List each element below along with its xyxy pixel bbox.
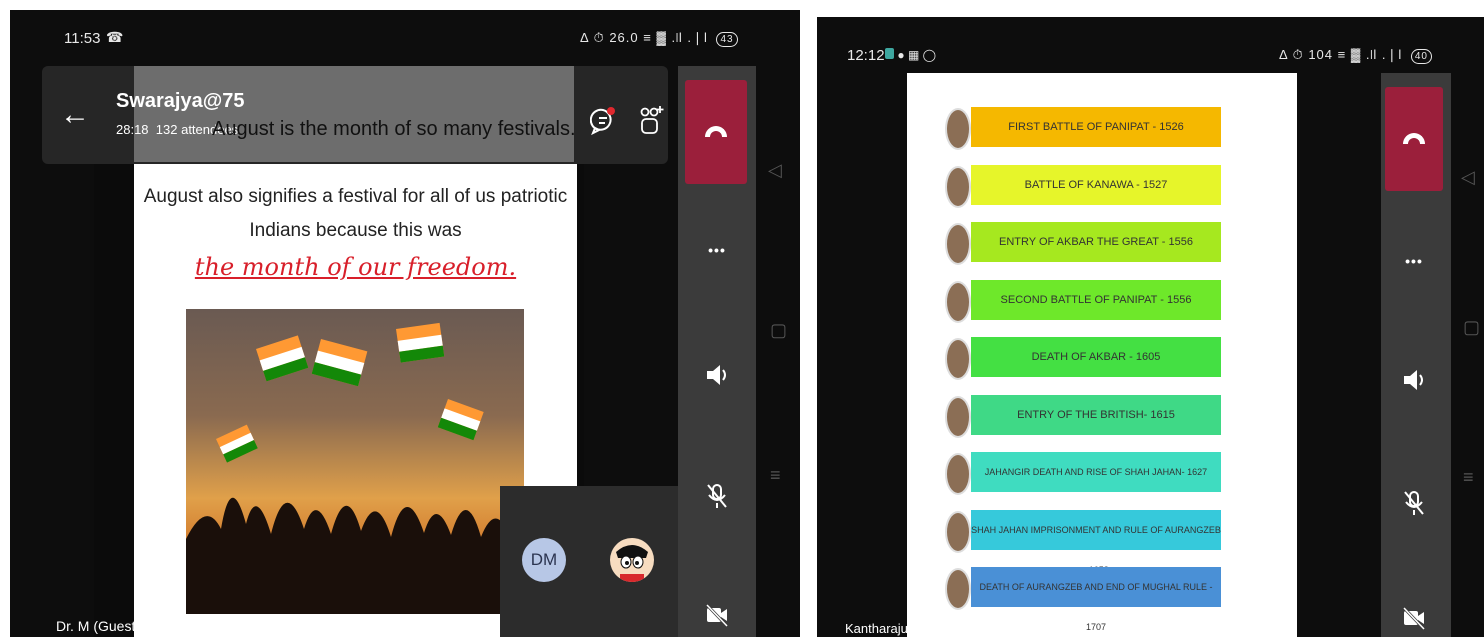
meeting-duration: 28:18 <box>116 122 149 137</box>
timeline-portrait <box>945 511 971 553</box>
timeline-item: SHAH JAHAN IMPRISONMENT AND RULE OF AURA… <box>971 510 1221 575</box>
speaker-icon <box>1404 370 1423 390</box>
status-time: 12:12 <box>847 47 885 64</box>
chat-icon[interactable] <box>589 106 616 142</box>
flags-illustration <box>186 322 524 614</box>
meeting-title: Swarajya@75 <box>116 90 245 112</box>
right-call-screen: 12:12 ● ▦ ◯ Δ ⏱ 104 ≡ ▓ .❘l .❘l 40 FIRST… <box>817 17 1484 637</box>
timeline-item: ENTRY OF AKBAR THE GREAT - 1556 <box>971 222 1221 262</box>
timeline-portrait <box>945 108 971 150</box>
home-nav-icon[interactable]: ▢ <box>1463 317 1480 338</box>
end-call-button[interactable] <box>685 80 747 184</box>
mic-off-icon <box>1404 491 1424 515</box>
camera-off-icon <box>705 603 729 628</box>
timeline-portrait <box>945 223 971 265</box>
slide-line-1: August also signifies a festival for all… <box>143 186 568 207</box>
slide-line-2: Indians because this was <box>249 220 462 241</box>
slide-highlight: the month of our freedom. <box>194 253 517 281</box>
participant-avatar-cartoon[interactable] <box>610 538 654 582</box>
battery-icon: 43 <box>716 32 738 47</box>
notification-icons: ● ▦ ◯ <box>885 48 936 62</box>
teams-icon: ▦ <box>907 48 920 62</box>
speaker-name-label: Kantharaju S <box>845 621 921 636</box>
home-nav-icon[interactable]: ▢ <box>770 320 787 341</box>
timeline-portrait <box>945 453 971 495</box>
app-notification-icon <box>885 48 894 59</box>
left-call-screen: 11:53 ☎ Δ ⏱ 26.0 ≡ ▓ .❘l .❘l 43 August a… <box>10 10 800 637</box>
end-call-button[interactable] <box>1385 87 1443 191</box>
participant-thumbnails: DM <box>500 486 678 637</box>
status-indicators: Δ ⏱ 26.0 ≡ ▓ .❘l .❘l <box>580 30 708 45</box>
recent-nav-icon[interactable]: ≡ <box>770 465 781 486</box>
shared-slide: FIRST BATTLE OF PANIPAT - 1526 BATTLE OF … <box>907 73 1297 637</box>
timeline-item: DEATH OF AURANGZEB AND END OF MUGHAL RUL… <box>971 567 1221 632</box>
speaker-button[interactable] <box>687 362 747 393</box>
cartoon-avatar-icon <box>616 545 648 582</box>
add-people-icon-svg <box>640 106 664 134</box>
add-people-icon[interactable] <box>636 104 666 142</box>
back-arrow-icon[interactable]: ← <box>60 98 90 132</box>
status-icons: Δ ⏱ 26.0 ≡ ▓ .❘l .❘l 43 <box>580 30 738 47</box>
timeline-item: FIRST BATTLE OF PANIPAT - 1526 <box>971 107 1221 147</box>
gallery-icon: ◯ <box>922 48 937 62</box>
timeline-portrait <box>945 166 971 208</box>
timeline-item: BATTLE OF KANAWA - 1527 <box>971 165 1221 205</box>
overlay-caption: August is the month of so many festivals… <box>212 118 576 140</box>
header-overlay <box>134 66 574 162</box>
speaker-button[interactable] <box>1384 367 1444 398</box>
flags-image <box>186 309 524 614</box>
status-bar: 11:53 ☎ Δ ⏱ 26.0 ≡ ▓ .❘l .❘l 43 <box>10 10 800 62</box>
messenger-icon: ● <box>897 48 905 62</box>
back-nav-icon[interactable]: ◁ <box>768 160 782 181</box>
speaker-name-label: Dr. M (Guest) <box>56 618 141 634</box>
timeline-portrait <box>945 338 971 380</box>
back-nav-icon[interactable]: ◁ <box>1461 167 1475 188</box>
timeline-portrait <box>945 396 971 438</box>
call-icon: ☎ <box>106 29 124 45</box>
call-controls-sidebar: ••• <box>678 66 756 637</box>
timeline-portrait <box>945 281 971 323</box>
camera-button[interactable] <box>1384 605 1444 636</box>
more-button[interactable]: ••• <box>687 242 747 258</box>
mic-button[interactable] <box>1384 489 1444 522</box>
status-bar: 12:12 ● ▦ ◯ Δ ⏱ 104 ≡ ▓ .❘l .❘l 40 <box>817 17 1484 69</box>
chat-icon-svg <box>589 107 615 136</box>
call-controls-sidebar: ••• <box>1381 73 1451 637</box>
timeline-item: SECOND BATTLE OF PANIPAT - 1556 <box>971 280 1221 320</box>
timeline-item: JAHANGIR DEATH AND RISE OF SHAH JAHAN- 1… <box>971 452 1221 492</box>
timeline-item: ENTRY OF THE BRITISH- 1615 <box>971 395 1221 435</box>
hang-up-icon <box>1403 133 1425 144</box>
camera-off-icon <box>1402 606 1426 631</box>
timeline-item: DEATH OF AKBAR - 1605 <box>971 337 1221 377</box>
timeline-portrait <box>945 568 971 610</box>
status-time: 11:53 <box>64 30 101 47</box>
status-indicators: Δ ⏱ 104 ≡ ▓ .❘l .❘l <box>1279 47 1403 62</box>
speaker-icon <box>707 365 726 385</box>
hang-up-icon <box>705 126 727 137</box>
status-icons: Δ ⏱ 104 ≡ ▓ .❘l .❘l 40 <box>1279 47 1432 64</box>
battery-icon: 40 <box>1410 49 1432 64</box>
participant-avatar-dm[interactable]: DM <box>522 538 566 582</box>
camera-button[interactable] <box>687 602 747 633</box>
mic-off-icon <box>707 484 727 508</box>
meeting-header: ← Swarajya@75 28:18 132 attendees August… <box>42 66 668 164</box>
mic-button[interactable] <box>687 482 747 515</box>
recent-nav-icon[interactable]: ≡ <box>1463 467 1474 488</box>
more-button[interactable]: ••• <box>1384 253 1444 269</box>
